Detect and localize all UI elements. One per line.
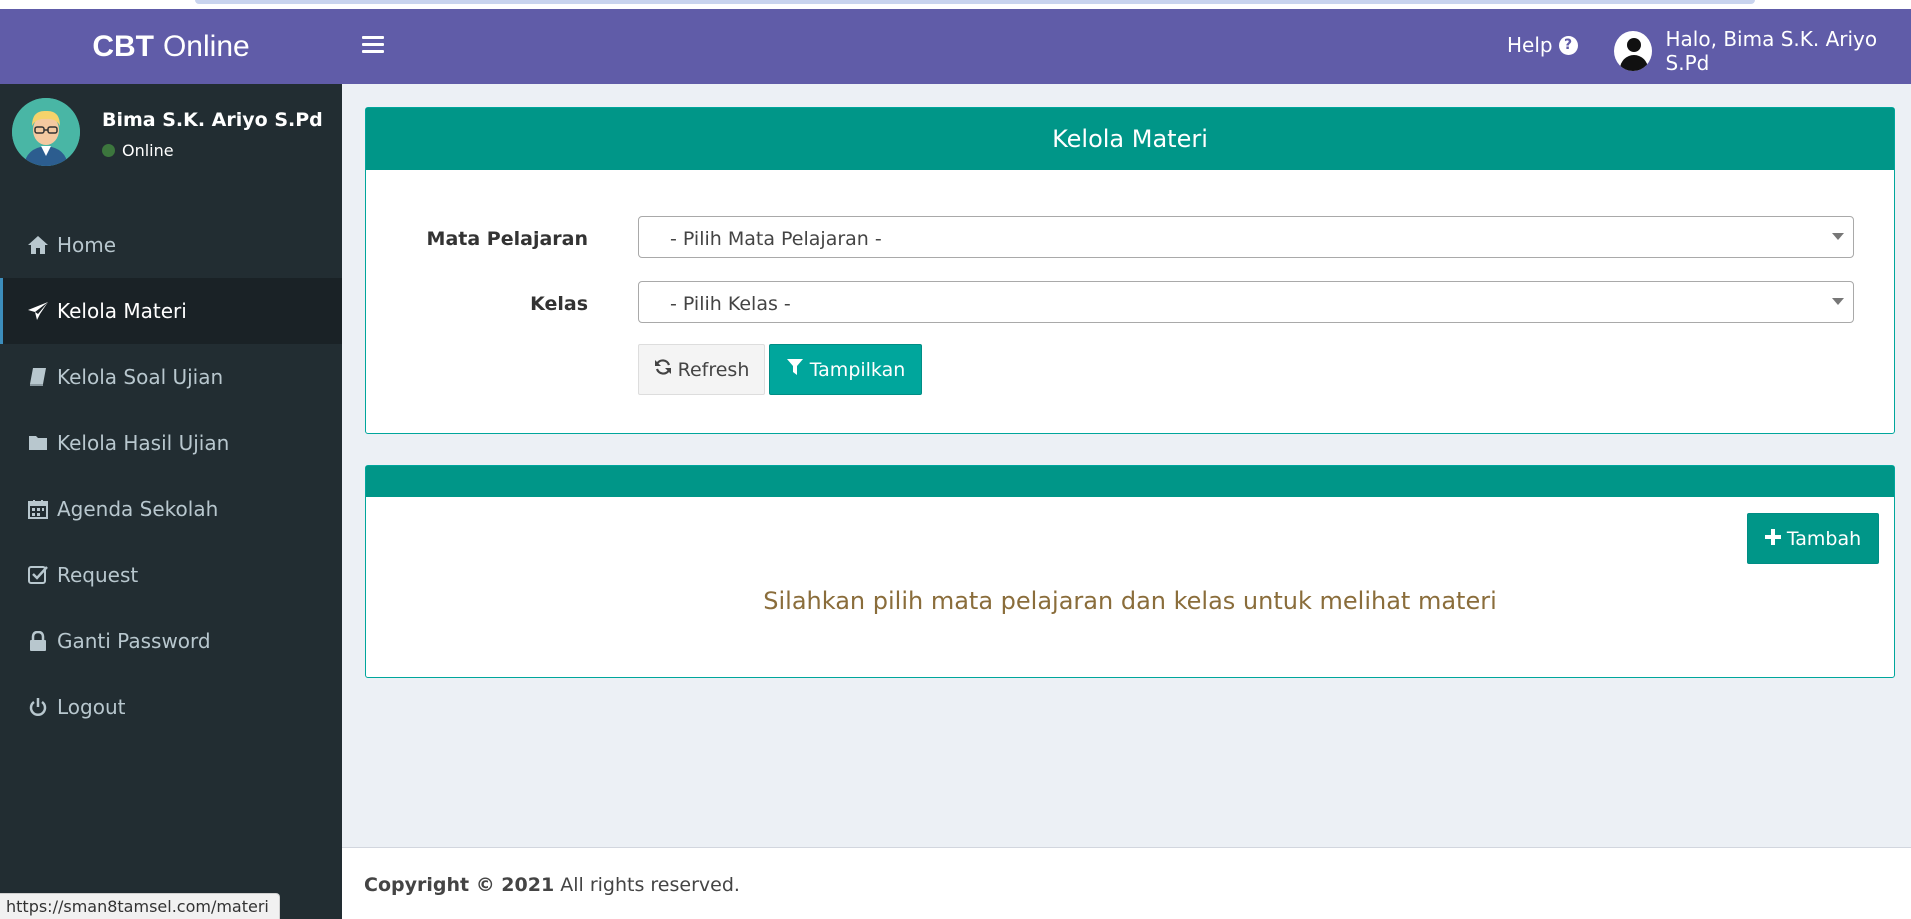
check-square-icon (26, 564, 50, 586)
footer: Copyright © 2021 All rights reserved. (342, 847, 1911, 919)
filter-icon (786, 358, 804, 381)
refresh-button[interactable]: Refresh (638, 344, 765, 395)
user-greeting: Halo, Bima S.K. Ariyo S.Pd (1665, 27, 1878, 75)
sidebar-item-request[interactable]: Request (0, 542, 342, 608)
sidebar-item-logout[interactable]: Logout (0, 674, 342, 740)
plus-icon (1764, 528, 1781, 550)
sidebar-menu: Home Kelola Materi Kelola Soal Ujian Kel… (0, 212, 342, 740)
class-select[interactable]: - Pilih Kelas - (638, 281, 1854, 323)
app-logo[interactable]: CBT Online (0, 9, 342, 84)
add-label: Tambah (1786, 527, 1862, 550)
filter-box-title: Kelola Materi (366, 108, 1894, 170)
sidebar-item-label: Request (57, 563, 139, 587)
user-status-label: Online (122, 141, 174, 160)
sidebar-item-label: Kelola Soal Ujian (57, 365, 224, 389)
footer-rights: All rights reserved. (560, 874, 740, 896)
user-avatar-icon (1614, 31, 1652, 71)
result-box-header (366, 466, 1894, 497)
sidebar-item-label: Kelola Materi (57, 299, 187, 323)
refresh-label: Refresh (677, 358, 750, 381)
subject-label: Mata Pelajaran (426, 228, 588, 250)
sidebar-item-kelola-soal-ujian[interactable]: Kelola Soal Ujian (0, 344, 342, 410)
logo-bold-text: CBT (92, 29, 154, 63)
filter-box: Kelola Materi Mata Pelajaran - Pilih Mat… (365, 107, 1895, 434)
browser-address-strip (195, 0, 1755, 4)
browser-status-url: https://sman8tamsel.com/materi (0, 893, 280, 919)
book-icon (26, 366, 50, 388)
add-button[interactable]: Tambah (1747, 513, 1879, 564)
sidebar-item-home[interactable]: Home (0, 212, 342, 278)
subject-select[interactable]: - Pilih Mata Pelajaran - (638, 216, 1854, 258)
question-circle-icon: ? (1558, 35, 1578, 55)
sidebar-item-label: Agenda Sekolah (57, 497, 219, 521)
browser-strip (0, 0, 1911, 9)
show-label: Tampilkan (809, 358, 906, 381)
sidebar-item-kelola-materi[interactable]: Kelola Materi (0, 278, 342, 344)
class-label: Kelas (530, 293, 588, 315)
help-label: Help (1507, 33, 1553, 57)
user-status: Online (102, 141, 174, 160)
hamburger-menu-icon[interactable] (362, 36, 384, 56)
chevron-down-icon (1832, 298, 1844, 305)
user-panel: Bima S.K. Ariyo S.Pd Online (12, 98, 332, 168)
help-link[interactable]: Help ? (1507, 33, 1578, 57)
calendar-icon (26, 498, 50, 520)
result-box: Tambah Silahkan pilih mata pelajaran dan… (365, 465, 1895, 678)
empty-message: Silahkan pilih mata pelajaran dan kelas … (763, 587, 1497, 615)
subject-select-value: - Pilih Mata Pelajaran - (670, 228, 882, 250)
class-select-value: - Pilih Kelas - (670, 293, 791, 315)
home-icon (26, 234, 50, 256)
sidebar-item-ganti-password[interactable]: Ganti Password (0, 608, 342, 674)
sidebar-item-label: Ganti Password (57, 629, 211, 653)
sidebar-item-kelola-hasil-ujian[interactable]: Kelola Hasil Ujian (0, 410, 342, 476)
top-navbar: Help ? Halo, Bima S.K. Ariyo S.Pd (342, 9, 1911, 84)
footer-copyright: Copyright © 2021 (364, 874, 555, 896)
paper-plane-icon (26, 300, 50, 322)
sidebar-user-name: Bima S.K. Ariyo S.Pd (102, 109, 323, 131)
sidebar-item-agenda-sekolah[interactable]: Agenda Sekolah (0, 476, 342, 542)
chevron-down-icon (1832, 233, 1844, 240)
sidebar-item-label: Logout (57, 695, 126, 719)
folder-icon (26, 432, 50, 454)
power-icon (26, 696, 50, 718)
logo-text: Online (162, 29, 250, 63)
user-avatar (12, 98, 80, 166)
show-button[interactable]: Tampilkan (769, 344, 922, 395)
sidebar-item-label: Kelola Hasil Ujian (57, 431, 230, 455)
online-dot-icon (102, 144, 115, 157)
sidebar: Bima S.K. Ariyo S.Pd Online Home Kelola … (0, 84, 342, 919)
lock-icon (26, 630, 50, 652)
sidebar-item-label: Home (57, 233, 117, 257)
refresh-icon (654, 358, 672, 381)
user-menu[interactable]: Halo, Bima S.K. Ariyo S.Pd (1614, 27, 1911, 75)
